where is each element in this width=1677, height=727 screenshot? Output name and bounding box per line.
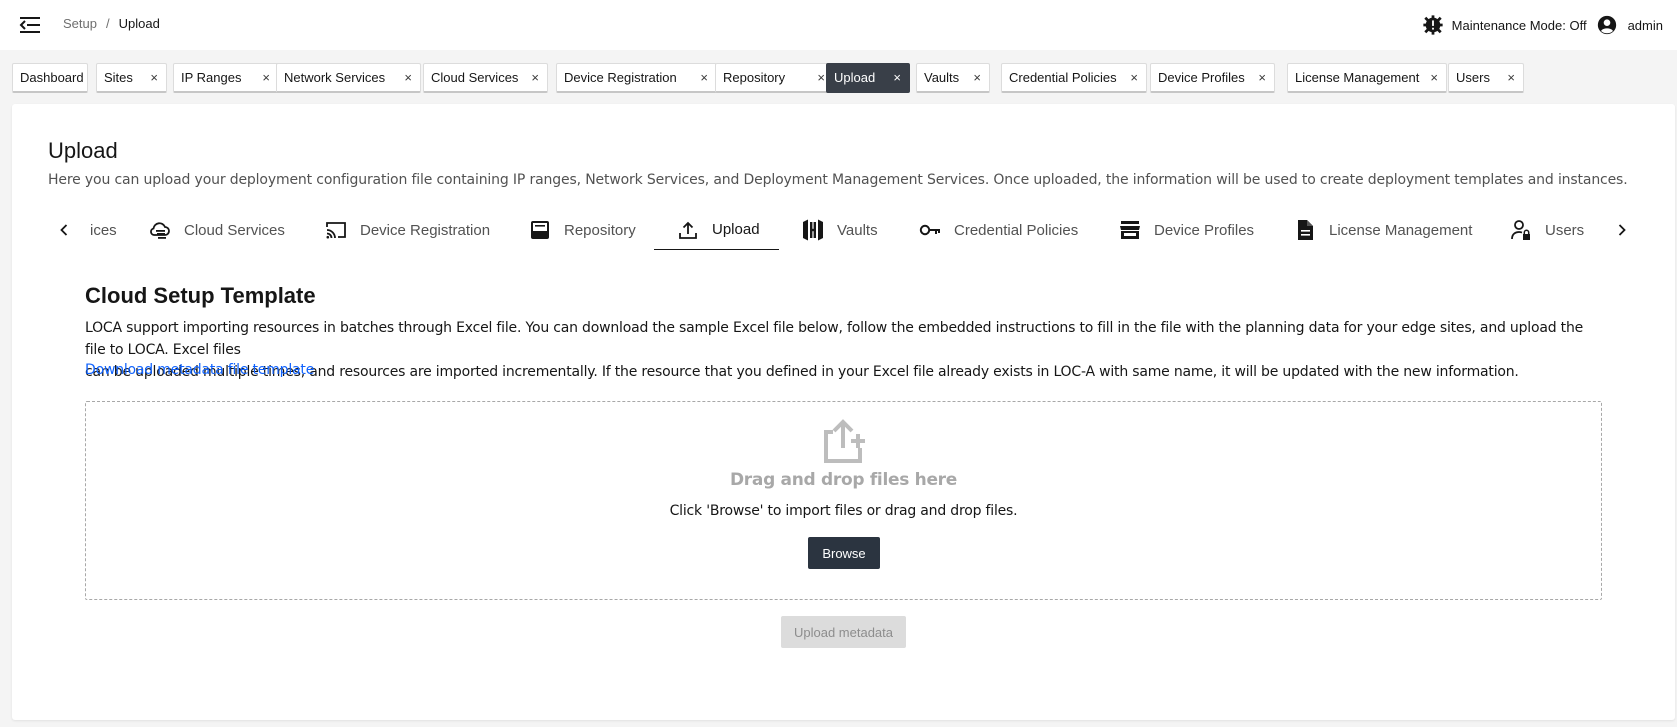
cloud-services-icon: [150, 222, 170, 239]
section-nav-label: Repository: [564, 221, 636, 239]
maintenance-mode-status[interactable]: Maintenance Mode: Off: [1452, 18, 1587, 33]
open-tab-ip-ranges[interactable]: IP Ranges ×: [173, 63, 279, 93]
open-tab-network-services[interactable]: Network Services ×: [276, 63, 421, 93]
open-tab-label: Dashboard: [20, 70, 84, 85]
section-nav-item-upload[interactable]: Upload: [654, 210, 779, 250]
open-tab-repository[interactable]: Repository ×: [715, 63, 834, 93]
upload-icon: [679, 221, 697, 239]
section-nav-item-partial[interactable]: ices: [90, 210, 117, 250]
open-tab-dashboard[interactable]: Dashboard: [12, 63, 88, 93]
file-dropzone[interactable]: Drag and drop files here Click 'Browse' …: [85, 401, 1602, 600]
close-icon[interactable]: ×: [1430, 71, 1438, 85]
open-tab-device-registration[interactable]: Device Registration ×: [556, 63, 717, 93]
section-nav-item-device-registration[interactable]: Device Registration: [324, 210, 490, 250]
open-tab-credential-policies[interactable]: Credential Policies ×: [1001, 63, 1147, 93]
close-icon[interactable]: ×: [700, 71, 708, 85]
user-avatar-icon[interactable]: [1596, 14, 1618, 36]
close-icon[interactable]: ×: [150, 71, 158, 85]
close-icon[interactable]: ×: [531, 71, 539, 85]
open-tab-license-management[interactable]: License Management ×: [1287, 63, 1447, 93]
breadcrumb-setup[interactable]: Setup: [63, 16, 97, 31]
open-tab-label: Device Registration: [564, 70, 677, 85]
section-nav-item-device-profiles[interactable]: Device Profiles: [1118, 210, 1254, 250]
key-icon: [919, 224, 940, 236]
page-title: Upload: [48, 138, 118, 163]
section-nav-item-license-management[interactable]: License Management: [1293, 210, 1472, 250]
open-tab-label: Network Services: [284, 70, 386, 85]
close-icon[interactable]: ×: [1258, 71, 1266, 85]
cast-icon: [326, 222, 346, 239]
open-tab-cloud-services[interactable]: Cloud Services ×: [423, 63, 548, 93]
file-upload-icon: [824, 419, 865, 463]
section-title: Cloud Setup Template: [85, 283, 316, 308]
section-nav-label: Vaults: [837, 221, 878, 239]
open-tab-vaults[interactable]: Vaults ×: [916, 63, 990, 93]
section-description-line: LOCA support importing resources in batc…: [85, 320, 1584, 358]
breadcrumb: Setup / Upload: [63, 16, 160, 31]
chevron-right-icon[interactable]: [1612, 220, 1632, 240]
close-icon[interactable]: ×: [404, 71, 412, 85]
section-nav-label: Users: [1545, 221, 1585, 239]
open-tab-label: Repository: [723, 70, 786, 85]
dropzone-hint: Click 'Browse' to import files or drag a…: [669, 503, 1018, 519]
open-tab-label: Upload: [834, 70, 876, 85]
close-icon[interactable]: ×: [973, 71, 981, 85]
document-icon: [1298, 220, 1313, 240]
section-nav-label: Upload: [712, 221, 760, 238]
open-tab-device-profiles[interactable]: Device Profiles ×: [1150, 63, 1275, 93]
user-lock-icon: [1511, 220, 1530, 240]
section-nav-label: Device Profiles: [1154, 221, 1255, 239]
section-nav-item-vaults[interactable]: Vaults: [801, 210, 878, 250]
menu-collapse-icon[interactable]: [18, 13, 42, 37]
close-icon[interactable]: ×: [1130, 71, 1138, 85]
dropzone-title: Drag and drop files here: [730, 470, 957, 490]
page-description: Here you can upload your deployment conf…: [48, 172, 1628, 188]
close-icon[interactable]: ×: [817, 71, 825, 85]
open-tab-label: License Management: [1295, 70, 1420, 85]
section-nav-item-cloud-services[interactable]: Cloud Services: [148, 210, 285, 250]
inbox-tray-icon: [531, 221, 549, 239]
open-tab-label: Device Profiles: [1158, 70, 1245, 85]
open-tab-label: Cloud Services: [431, 70, 519, 85]
vault-logo-icon: [803, 219, 823, 241]
open-tab-users[interactable]: Users ×: [1448, 63, 1524, 93]
close-icon[interactable]: ×: [262, 71, 270, 85]
upload-metadata-button[interactable]: Upload metadata: [781, 616, 906, 648]
open-tab-label: Sites: [104, 70, 133, 85]
download-template-link[interactable]: Download metadata file template: [85, 362, 314, 378]
top-header: Setup / Upload Maintenance Mode: Off adm…: [0, 0, 1677, 50]
open-tab-upload[interactable]: Upload ×: [826, 63, 910, 93]
section-nav-label: License Management: [1329, 221, 1473, 239]
open-tab-sites[interactable]: Sites ×: [96, 63, 167, 93]
open-tab-label: IP Ranges: [181, 70, 242, 85]
maintenance-gear-icon: [1423, 15, 1443, 35]
breadcrumb-separator: /: [105, 16, 110, 31]
open-tab-label: Vaults: [924, 70, 960, 85]
chevron-left-icon[interactable]: [54, 220, 74, 240]
close-icon[interactable]: ×: [1507, 71, 1515, 85]
close-icon[interactable]: ×: [893, 71, 901, 85]
store-icon: [1120, 221, 1140, 239]
section-nav-label: Device Registration: [360, 221, 491, 239]
section-nav: ices Cloud Services Device Registration …: [48, 210, 1632, 250]
open-tab-label: Users: [1456, 70, 1490, 85]
section-nav-item-users[interactable]: Users: [1509, 210, 1584, 250]
section-nav-item-repository[interactable]: Repository: [528, 210, 636, 250]
section-nav-label: ices: [90, 221, 117, 239]
section-nav-item-credential-policies[interactable]: Credential Policies: [918, 210, 1078, 250]
section-nav-label: Credential Policies: [954, 221, 1079, 239]
browse-button[interactable]: Browse: [808, 537, 880, 569]
header-right: Maintenance Mode: Off admin: [1422, 13, 1663, 37]
breadcrumb-current: Upload: [118, 16, 160, 31]
open-tab-label: Credential Policies: [1009, 70, 1117, 85]
username[interactable]: admin: [1628, 18, 1663, 33]
section-nav-label: Cloud Services: [184, 221, 285, 239]
